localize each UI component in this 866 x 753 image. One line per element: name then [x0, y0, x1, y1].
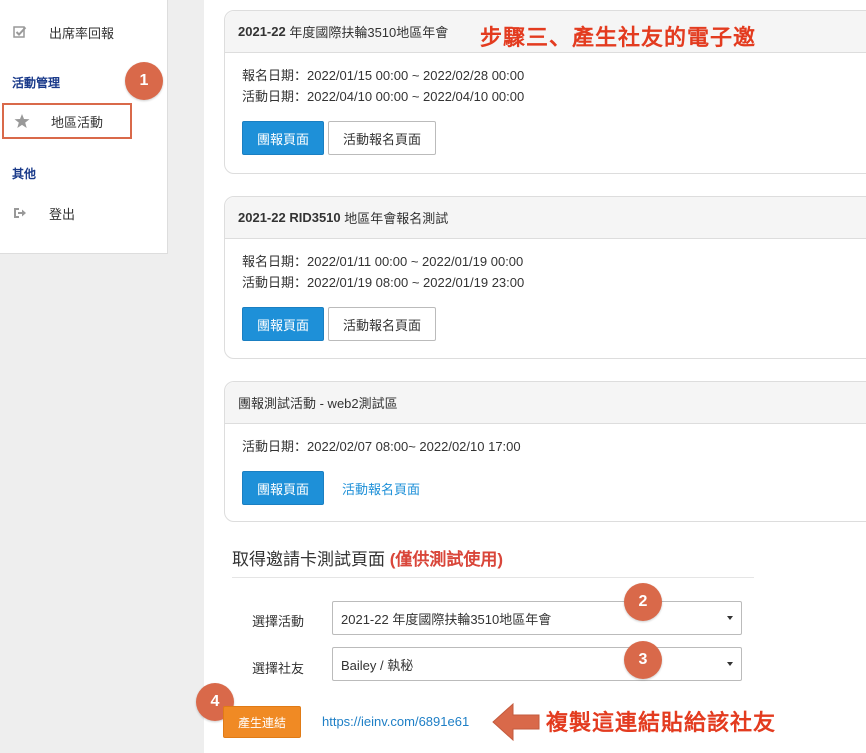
registration-date: 報名日期：2022/01/11 00:00 ~ 2022/01/19 00:00: [242, 254, 524, 269]
sign-out-icon: [11, 204, 29, 222]
group-registration-button[interactable]: 團報頁面: [242, 307, 325, 341]
divider: [232, 577, 754, 578]
chevron-down-icon: [727, 616, 733, 620]
activity-card: 團報測試活動 - web2測試區 活動日期：2022/02/07 08:00~ …: [224, 381, 866, 522]
event-date: 活動日期：2022/02/07 08:00~ 2022/02/10 17:00: [242, 439, 521, 454]
sidebar-item-label: 登出: [49, 206, 76, 222]
select-activity-label: 選擇活動: [252, 614, 305, 629]
event-date: 活動日期：2022/01/19 08:00 ~ 2022/01/19 23:00: [242, 275, 525, 290]
sidebar-item-label: 地區活動: [51, 114, 104, 130]
sidebar-item-district-activity[interactable]: 地區活動: [2, 103, 132, 139]
group-registration-button[interactable]: 團報頁面: [242, 471, 325, 505]
main-content: 2021-22 年度國際扶輪3510地區年會 報名日期：2022/01/15 0…: [196, 0, 866, 753]
star-icon: [13, 112, 31, 130]
activity-card-title: 團報測試活動 - web2測試區: [225, 382, 866, 424]
invite-section-title: 取得邀請卡測試頁面 (僅供測試使用): [232, 550, 504, 569]
event-registration-link[interactable]: 活動報名頁面: [342, 479, 420, 498]
sidebar-section-activity: 活動管理: [12, 76, 61, 90]
sidebar-item-logout[interactable]: 登出: [0, 195, 132, 231]
step-badge-3: 3: [624, 641, 662, 679]
left-arrow-icon: [492, 702, 540, 742]
select-member-label: 選擇社友: [252, 661, 305, 676]
checkbox-icon: [11, 23, 29, 41]
sidebar-item-label: 出席率回報: [49, 25, 115, 41]
test-only-note: (僅供測試使用): [389, 550, 504, 569]
step-badge-1: 1: [125, 62, 163, 100]
generated-invite-link[interactable]: https://ieinv.com/6891e61: [322, 714, 469, 729]
step-badge-2: 2: [624, 583, 662, 621]
step-three-annotation: 步驟三、產生社友的電子邀: [480, 25, 757, 50]
copy-link-annotation: 複製這連結貼給該社友: [546, 710, 777, 735]
sidebar-item-attendance-report[interactable]: 出席率回報: [0, 14, 132, 50]
event-registration-button[interactable]: 活動報名頁面: [328, 307, 437, 341]
event-registration-button[interactable]: 活動報名頁面: [328, 121, 437, 155]
registration-date: 報名日期：2022/01/15 00:00 ~ 2022/02/28 00:00: [242, 68, 525, 83]
chevron-down-icon: [727, 662, 733, 666]
event-date: 活動日期：2022/04/10 00:00 ~ 2022/04/10 00:00: [242, 89, 525, 104]
activity-card-title: 2021-22 RID3510 地區年會報名測試: [225, 197, 866, 239]
sidebar-section-other: 其他: [12, 167, 37, 181]
sidebar: 出席率回報 活動管理 地區活動 其他 登出: [0, 0, 168, 254]
generate-link-button[interactable]: 產生連結: [223, 706, 302, 738]
select-activity-dropdown[interactable]: 2021-22 年度國際扶輪3510地區年會: [332, 601, 742, 635]
group-registration-button[interactable]: 團報頁面: [242, 121, 325, 155]
activity-card: 2021-22 RID3510 地區年會報名測試 報名日期：2022/01/11…: [224, 196, 866, 359]
select-member-dropdown[interactable]: Bailey / 執秘: [332, 647, 742, 681]
